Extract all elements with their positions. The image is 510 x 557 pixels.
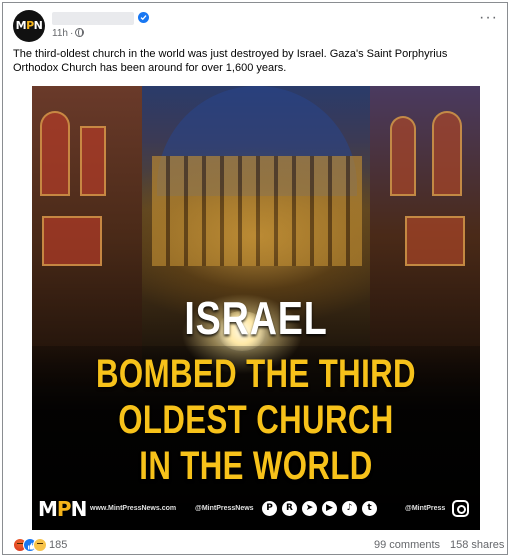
reaction-count[interactable]: 185 — [49, 539, 67, 551]
facebook-post: MPN 11h · ··· The third-oldest church in … — [2, 2, 508, 555]
rumble-icon: R — [282, 501, 297, 516]
brand-handle-2: @MintPress — [405, 505, 446, 512]
twitter-icon: t — [362, 501, 377, 516]
brand-handle: @MintPressNews — [195, 505, 254, 512]
post-caption: The third-oldest church in the world was… — [13, 48, 448, 74]
brand-site: www.MintPressNews.com — [90, 505, 177, 512]
instagram-icon — [452, 500, 469, 517]
more-options-button[interactable]: ··· — [479, 10, 497, 26]
tiktok-icon: ♪ — [342, 501, 357, 516]
author-name-redacted[interactable] — [52, 12, 134, 25]
patreon-icon: P — [262, 501, 277, 516]
post-time[interactable]: 11h — [52, 28, 68, 39]
avatar[interactable]: MPN — [13, 10, 45, 42]
youtube-icon: ▶ — [322, 501, 337, 516]
iconostasis — [152, 156, 362, 266]
post-meta: 11h · — [52, 28, 85, 39]
post-image[interactable]: ISRAEL BOMBED THE THIRD OLDEST CHURCH IN… — [32, 86, 480, 530]
globe-icon — [75, 28, 85, 37]
shares-count[interactable]: 158 shares — [450, 539, 504, 551]
brand-bar: MPN www.MintPressNews.com @MintPressNews… — [32, 495, 480, 525]
verified-badge-icon — [138, 12, 149, 23]
avatar-logo: MPN — [15, 19, 43, 32]
headline-subtitle: BOMBED THE THIRD OLDEST CHURCH IN THE WO… — [96, 352, 416, 488]
headline-israel: ISRAEL — [184, 292, 328, 344]
sad-icon — [33, 538, 47, 552]
telegram-icon: ➤ — [302, 501, 317, 516]
comments-count[interactable]: 99 comments — [374, 539, 440, 551]
mintpress-logo: MPN — [38, 497, 87, 521]
